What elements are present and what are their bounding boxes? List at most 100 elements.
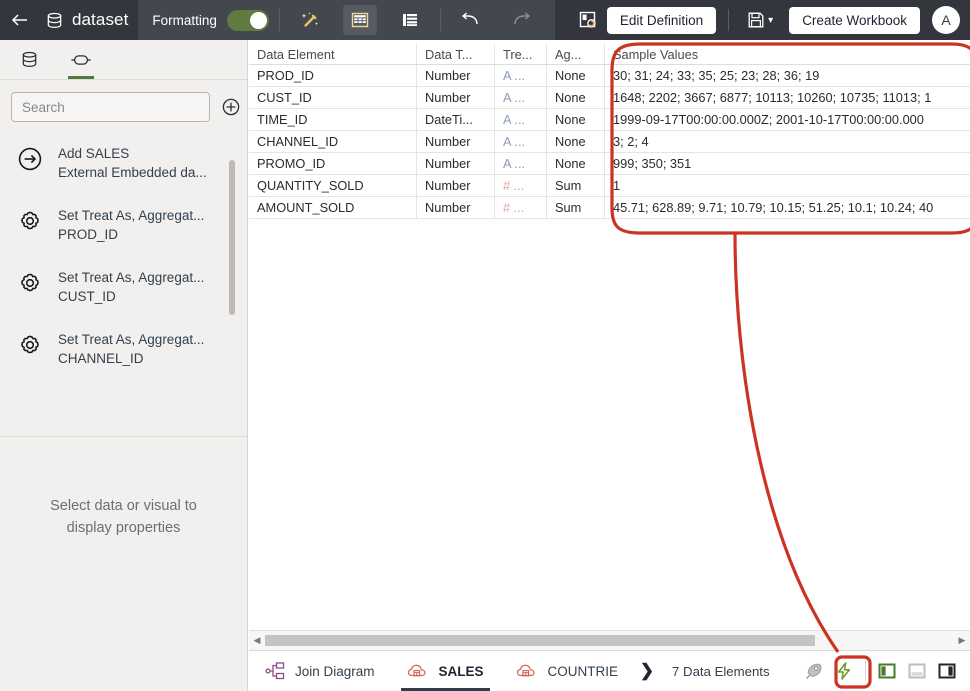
list-item-subtitle: External Embedded da...: [58, 163, 207, 182]
formatting-group: Formatting: [138, 0, 555, 40]
sidebar-tab-prepare[interactable]: [62, 40, 100, 79]
scroll-left-arrow[interactable]: ◀: [249, 631, 265, 651]
bottom-bar-actions: [799, 656, 970, 686]
cell-data-type[interactable]: Number: [417, 197, 495, 218]
table-row[interactable]: QUANTITY_SOLD Number # ... Sum 1: [249, 175, 970, 197]
rocket-button[interactable]: [799, 656, 829, 686]
cell-aggregation[interactable]: None: [547, 131, 605, 152]
cell-data-type[interactable]: Number: [417, 87, 495, 108]
list-item[interactable]: Add SALES External Embedded da...: [0, 132, 247, 194]
back-button[interactable]: [0, 0, 40, 40]
cell-treat-as[interactable]: A ...: [495, 109, 547, 130]
avatar[interactable]: A: [932, 6, 960, 34]
edit-definition-button[interactable]: Edit Definition: [607, 7, 716, 34]
cell-aggregation[interactable]: Sum: [547, 175, 605, 196]
scroll-right-arrow[interactable]: ▶: [954, 631, 970, 651]
cell-sample-values: 3; 2; 4: [605, 131, 970, 152]
divider: [440, 9, 441, 31]
column-header-aggregation[interactable]: Ag...: [547, 44, 605, 64]
table-row[interactable]: PROD_ID Number A ... None 30; 31; 24; 33…: [249, 65, 970, 87]
cell-treat-as[interactable]: # ...: [495, 175, 547, 196]
save-caret-icon: ▾: [768, 15, 773, 26]
database-icon: [40, 0, 68, 40]
cell-aggregation[interactable]: None: [547, 109, 605, 130]
formatting-toggle[interactable]: [227, 10, 269, 31]
prepare-steps-list[interactable]: Add SALES External Embedded da... Set Tr…: [0, 132, 247, 437]
list-view-button[interactable]: [393, 5, 427, 35]
divider: [865, 661, 866, 681]
tab-join-diagram[interactable]: Join Diagram: [249, 651, 391, 691]
search-row: [0, 80, 247, 132]
list-item-title: Set Treat As, Aggregat...: [58, 268, 204, 287]
table-row[interactable]: AMOUNT_SOLD Number # ... Sum 45.71; 628.…: [249, 197, 970, 219]
database-icon: [20, 50, 39, 69]
cell-data-type[interactable]: Number: [417, 153, 495, 174]
panel-left-toggle[interactable]: [872, 656, 902, 686]
cell-data-type[interactable]: Number: [417, 175, 495, 196]
panel-right-icon: [937, 661, 957, 681]
cell-data-type[interactable]: Number: [417, 65, 495, 86]
table-row[interactable]: CUST_ID Number A ... None 1648; 2202; 36…: [249, 87, 970, 109]
divider: [728, 9, 729, 31]
cell-aggregation[interactable]: None: [547, 87, 605, 108]
tab-sales[interactable]: SALES: [391, 651, 500, 691]
join-node-icon: [70, 50, 92, 70]
undo-button[interactable]: [454, 5, 488, 35]
sidebar-tab-data[interactable]: [10, 40, 48, 79]
cell-sample-values: 1648; 2202; 3667; 6877; 10113; 10260; 10…: [605, 87, 970, 108]
cell-treat-as[interactable]: A ...: [495, 153, 547, 174]
tab-countries[interactable]: COUNTRIE: [500, 651, 635, 691]
empty-message-line-2: display properties: [0, 517, 247, 539]
list-item-title: Add SALES: [58, 144, 207, 163]
cell-data-type[interactable]: DateTi...: [417, 109, 495, 130]
column-header-data-element[interactable]: Data Element: [249, 44, 417, 64]
list-item[interactable]: Set Treat As, Aggregat... CHANNEL_ID: [0, 318, 247, 380]
auto-insights-button[interactable]: [293, 5, 327, 35]
horizontal-scrollbar[interactable]: ◀ ▶: [249, 630, 970, 650]
table-row[interactable]: CHANNEL_ID Number A ... None 3; 2; 4: [249, 131, 970, 153]
search-input[interactable]: [11, 92, 210, 122]
cell-aggregation[interactable]: Sum: [547, 197, 605, 218]
sidebar-scrollbar[interactable]: [229, 160, 235, 315]
dataset-editor-window: dataset Formatting: [0, 0, 970, 691]
cell-aggregation[interactable]: None: [547, 65, 605, 86]
save-button[interactable]: ▾: [741, 11, 779, 29]
scrollbar-thumb[interactable]: [265, 635, 815, 646]
panel-right-toggle[interactable]: [932, 656, 962, 686]
list-item-title: Set Treat As, Aggregat...: [58, 330, 204, 349]
redo-icon: [510, 11, 532, 29]
grid-view-button[interactable]: [343, 5, 377, 35]
apply-script-button[interactable]: [829, 656, 859, 686]
empty-message-line-1: Select data or visual to: [0, 495, 247, 517]
preview-data-button[interactable]: [573, 5, 604, 35]
column-header-sample-values[interactable]: Sample Values: [605, 44, 970, 64]
list-item-subtitle: CUST_ID: [58, 287, 204, 306]
left-panel-tabs: [0, 40, 247, 80]
cell-aggregation[interactable]: None: [547, 153, 605, 174]
empty-properties-message: Select data or visual to display propert…: [0, 495, 247, 539]
redo-button[interactable]: [504, 5, 538, 35]
column-header-treat-as[interactable]: Tre...: [495, 44, 547, 64]
list-item[interactable]: Set Treat As, Aggregat... PROD_ID: [0, 194, 247, 256]
table-row[interactable]: TIME_ID DateTi... A ... None 1999-09-17T…: [249, 109, 970, 131]
gear-icon: [16, 331, 44, 359]
cell-treat-as[interactable]: A ...: [495, 65, 547, 86]
add-step-button[interactable]: [220, 96, 242, 118]
undo-icon: [460, 11, 482, 29]
column-header-data-type[interactable]: Data T...: [417, 44, 495, 64]
panel-bottom-toggle[interactable]: [902, 656, 932, 686]
create-workbook-button[interactable]: Create Workbook: [789, 7, 920, 34]
cell-treat-as[interactable]: # ...: [495, 197, 547, 218]
cell-sample-values: 30; 31; 24; 33; 35; 25; 23; 28; 36; 19: [605, 65, 970, 86]
cell-data-type[interactable]: Number: [417, 131, 495, 152]
cell-treat-as[interactable]: A ...: [495, 131, 547, 152]
table-row[interactable]: PROMO_ID Number A ... None 999; 350; 351: [249, 153, 970, 175]
list-item-subtitle: PROD_ID: [58, 225, 204, 244]
tab-label: Join Diagram: [295, 664, 375, 679]
preview-data-icon: [578, 10, 598, 30]
next-tabs-chevron-icon[interactable]: ❯: [634, 661, 660, 681]
cell-treat-as[interactable]: A ...: [495, 87, 547, 108]
arrow-right-circle-icon: [16, 145, 44, 173]
list-item[interactable]: Set Treat As, Aggregat... CUST_ID: [0, 256, 247, 318]
grid-header-row: Data Element Data T... Tre... Ag... Samp…: [249, 44, 970, 65]
